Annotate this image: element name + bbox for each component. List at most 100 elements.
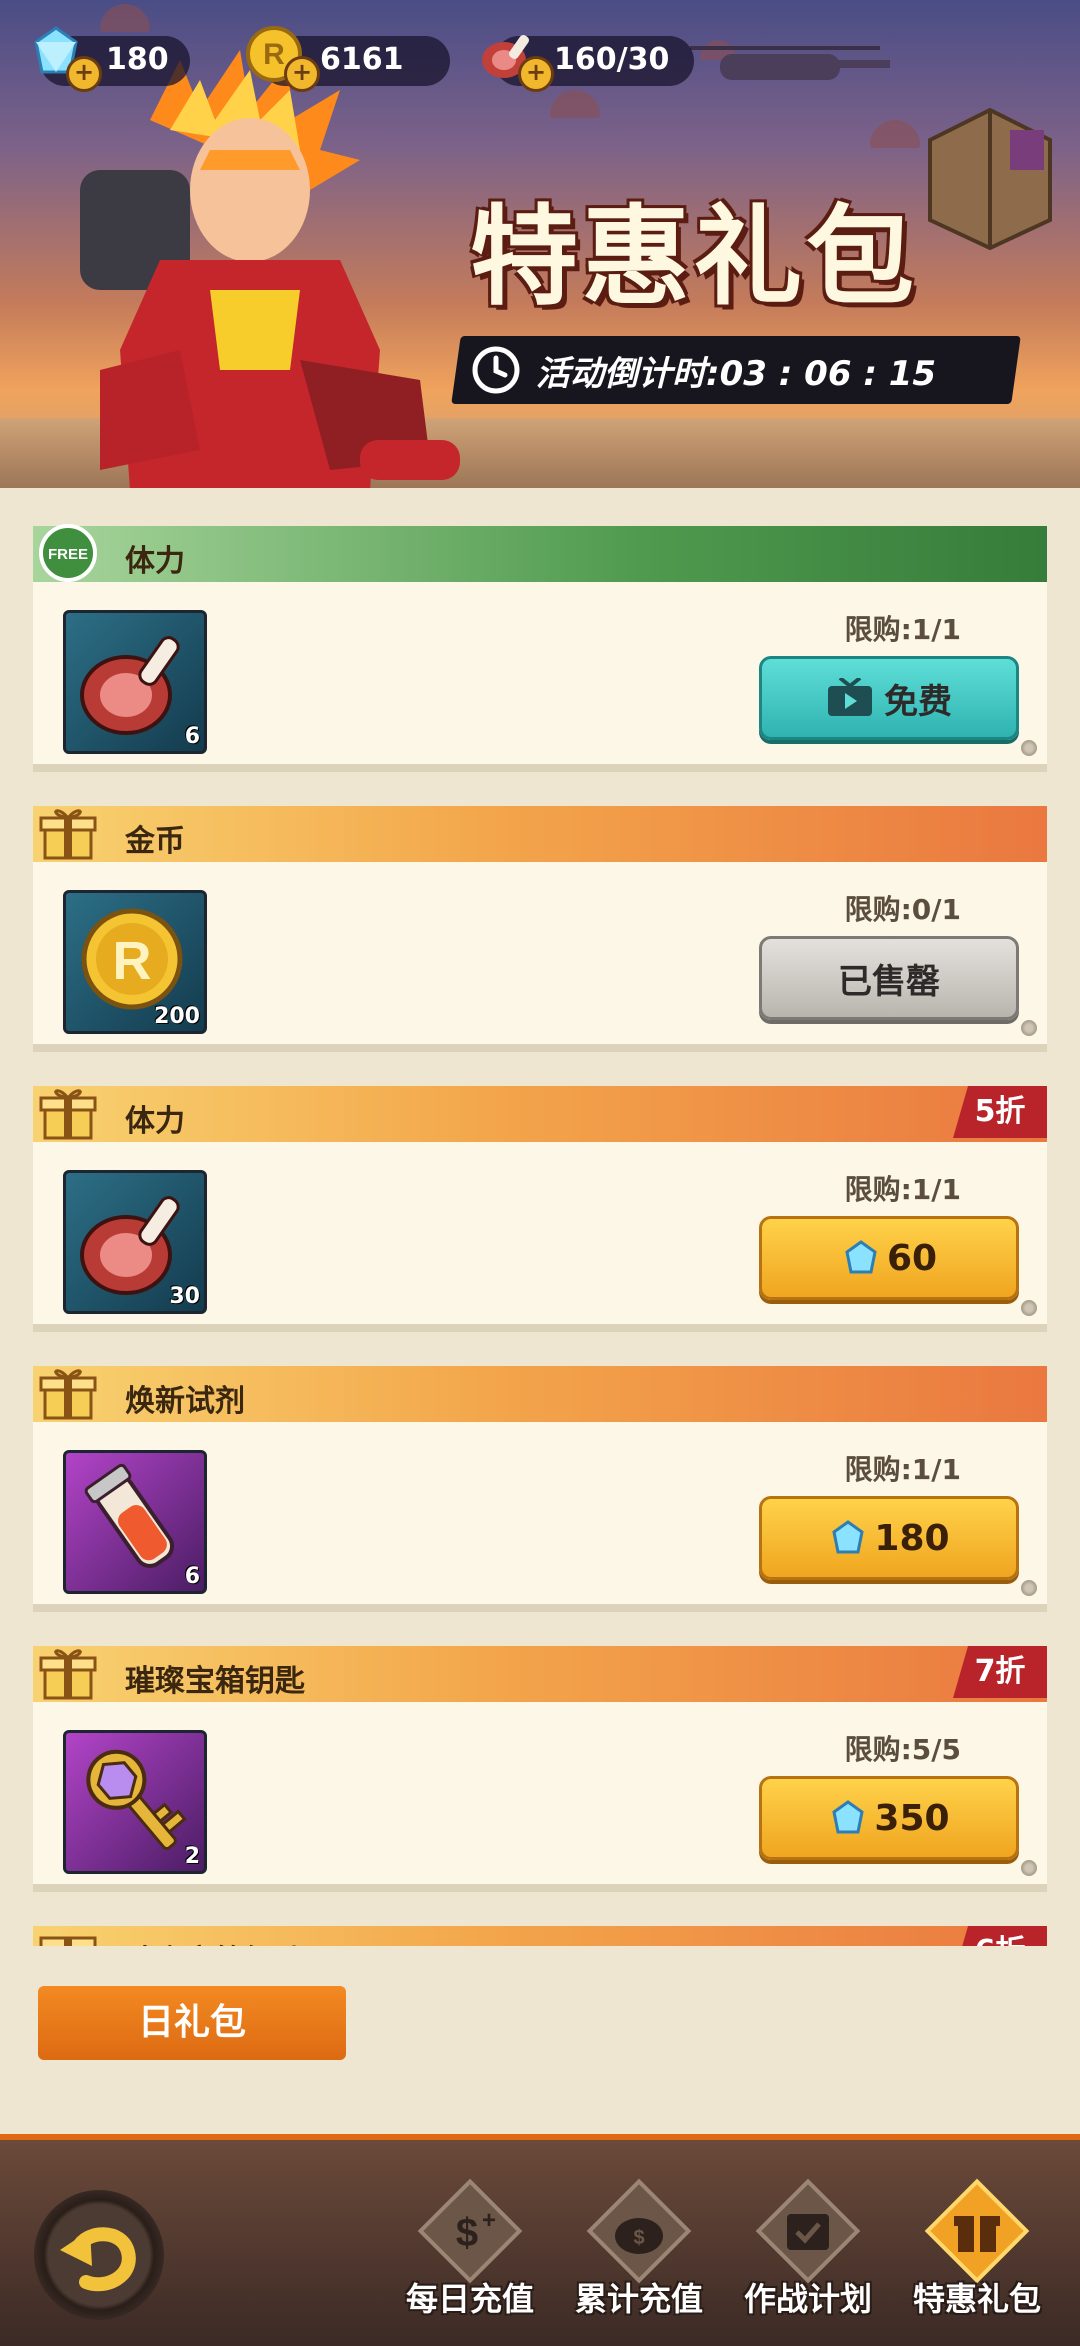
pack-header: 璀璨宝箱钥匙 6折 (33, 1926, 1047, 1946)
pack-header: 体力 5折 (33, 1086, 1047, 1142)
pack-body: 30 限购:1/1 60 (33, 1142, 1047, 1332)
nav-special-packs[interactable]: 特惠礼包 (902, 2178, 1052, 2338)
back-button[interactable] (34, 2190, 164, 2320)
nav-battle-plan[interactable]: 作战计划 (733, 2178, 883, 2338)
purchase-limit: 限购:5/5 (844, 1733, 961, 1766)
gem-icon (832, 1800, 865, 1834)
pack-header: FREE 体力 (33, 524, 1047, 582)
add-coins-button[interactable]: + (284, 56, 320, 92)
hero-character-image (80, 50, 460, 488)
buy-button[interactable]: 350 (759, 1776, 1019, 1860)
pack-item-slot[interactable]: 2 (63, 1730, 207, 1874)
pack-body: 2 限购:5/5 350 (33, 1702, 1047, 1892)
pack-header: 金币 (33, 806, 1047, 862)
pack-card: 体力 5折 30 限购:1/1 60 (33, 1086, 1047, 1342)
pack-name: 璀璨宝箱钥匙 (125, 1936, 305, 1946)
add-gems-button[interactable]: + (66, 56, 102, 92)
pack-body: 6 限购:1/1 免费 (33, 582, 1047, 772)
nav-label: 累计充值 (574, 2280, 703, 2318)
nav-label: 特惠礼包 (912, 2280, 1041, 2318)
supply-crate-icon (928, 107, 1052, 250)
gem-icon (845, 1240, 877, 1274)
buy-button[interactable]: 60 (759, 1216, 1019, 1300)
back-arrow-icon (60, 2227, 136, 2292)
button-label: 已售罄 (838, 961, 940, 1002)
reagent-vial-icon (84, 1463, 175, 1568)
key-icon (86, 1749, 187, 1851)
gift-icon (39, 1089, 97, 1140)
pack-header: 焕新试剂 (33, 1366, 1047, 1422)
pack-list[interactable]: FREE 体力 6 限购:1/1 免费 金币 R 200 限购:0/1 已售罄 … (30, 518, 1050, 1946)
parachute-decoration (100, 4, 150, 32)
dollar-plus-icon: $ + (417, 2178, 523, 2284)
countdown-timer: 活动倒计时:03 : 06 : 15 (470, 340, 936, 400)
item-count: 30 (169, 1284, 200, 1309)
gift-icon (924, 2178, 1030, 2284)
gift-icon (39, 1369, 97, 1420)
bottom-nav: $ + 每日充值 $ 累计充值 作战计划 特惠礼包 (0, 2134, 1080, 2346)
event-banner: + 180 R + 6161 + 160/30 特惠礼包 活动倒计时:03 : … (0, 0, 1080, 488)
gift-icon (39, 1936, 97, 1946)
purchase-limit: 限购:1/1 (844, 1453, 961, 1486)
pack-body: R 200 限购:0/1 已售罄 (33, 862, 1047, 1052)
svg-text:$: $ (456, 2211, 478, 2255)
button-label: 免费 (884, 681, 952, 722)
countdown-text: 活动倒计时:03 : 06 : 15 (536, 353, 937, 394)
svg-text:+: + (482, 2207, 496, 2234)
corner-rivet (1021, 1020, 1037, 1036)
nav-cumulative-recharge[interactable]: $ 累计充值 (564, 2178, 714, 2338)
free-claim-button[interactable]: 免费 (759, 656, 1019, 740)
pack-item-slot[interactable]: 6 (63, 610, 207, 754)
daily-pack-tab[interactable]: 日礼包 (38, 1986, 346, 2060)
pack-name: 焕新试剂 (125, 1384, 245, 1419)
meat-icon (80, 636, 180, 735)
pack-card: 焕新试剂 6 限购:1/1 180 (33, 1366, 1047, 1622)
purchase-limit: 限购:0/1 (844, 893, 961, 926)
free-badge-icon: FREE (39, 524, 97, 582)
add-stamina-button[interactable]: + (518, 56, 554, 92)
parachute-decoration (870, 120, 920, 148)
corner-rivet (1021, 1580, 1037, 1596)
clock-icon (472, 346, 520, 394)
sold-out-button[interactable]: 已售罄 (759, 936, 1019, 1020)
item-count: 6 (184, 724, 200, 749)
pack-name: 体力 (125, 544, 185, 579)
svg-text:$: $ (633, 2227, 644, 2249)
pack-item-slot[interactable]: 6 (63, 1450, 207, 1594)
pack-card: 璀璨宝箱钥匙 7折 2 限购:5/5 350 (33, 1646, 1047, 1902)
corner-rivet (1021, 1860, 1037, 1876)
discount-badge: 5折 (953, 1086, 1047, 1138)
purchase-limit: 限购:1/1 (844, 613, 961, 646)
gift-icon (39, 1649, 97, 1700)
piggy-bank-icon: $ (586, 2178, 692, 2284)
pack-name: 体力 (125, 1104, 185, 1139)
price: 350 (874, 1797, 950, 1839)
pack-item-slot[interactable]: R 200 (63, 890, 207, 1034)
nav-daily-recharge[interactable]: $ + 每日充值 (395, 2178, 545, 2338)
pack-body: 6 限购:1/1 180 (33, 1422, 1047, 1612)
corner-rivet (1021, 1300, 1037, 1316)
svg-text:R: R (113, 931, 152, 991)
item-count: 200 (154, 1004, 200, 1029)
item-count: 2 (184, 1844, 200, 1869)
nav-label: 每日充值 (405, 2280, 534, 2318)
discount-badge: 7折 (953, 1646, 1047, 1698)
video-ad-icon (828, 678, 872, 716)
pack-name: 璀璨宝箱钥匙 (125, 1664, 305, 1699)
purchase-limit: 限购:1/1 (844, 1173, 961, 1206)
parachute-decoration (550, 90, 600, 118)
stamina-amount: 160/30 (554, 42, 670, 77)
gem-icon (832, 1520, 865, 1554)
item-count: 6 (184, 1564, 200, 1589)
nav-label: 作战计划 (743, 2280, 872, 2318)
helicopter-icon (690, 46, 890, 80)
gem-amount: 180 (106, 42, 169, 77)
pack-card: 璀璨宝箱钥匙 6折 (33, 1926, 1047, 1946)
pack-item-slot[interactable]: 30 (63, 1170, 207, 1314)
corner-rivet (1021, 740, 1037, 756)
pack-card: FREE 体力 6 限购:1/1 免费 (33, 524, 1047, 782)
buy-button[interactable]: 180 (759, 1496, 1019, 1580)
pack-card: 金币 R 200 限购:0/1 已售罄 (33, 806, 1047, 1062)
coin-amount: 6161 (320, 42, 404, 77)
event-title: 特惠礼包 (470, 195, 919, 320)
